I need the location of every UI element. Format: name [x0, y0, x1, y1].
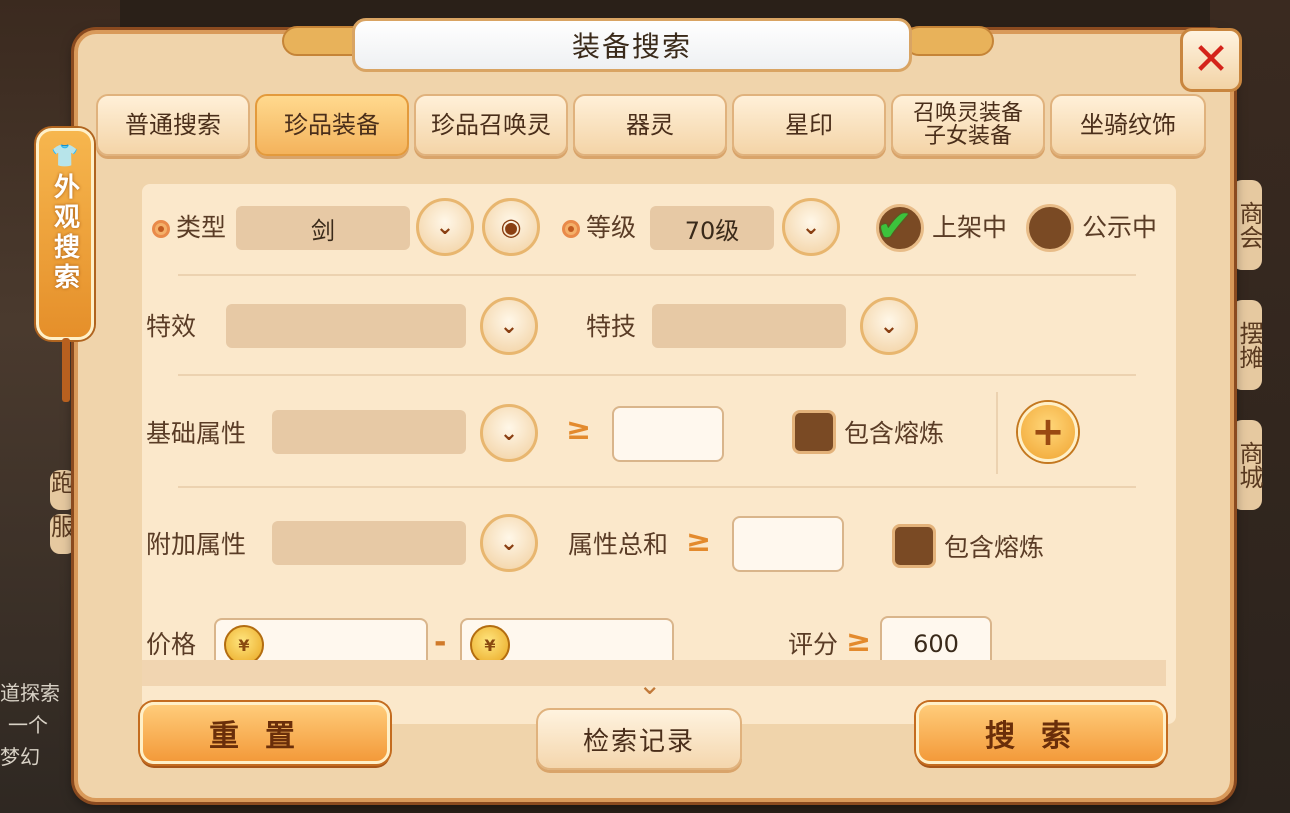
bg-peek-right-2: 商城	[1232, 420, 1263, 510]
base-include-smelt-label: 包含熔炼	[844, 419, 945, 448]
coin-icon: ¥	[470, 625, 510, 665]
chevron-down-icon: ⌄	[499, 530, 519, 556]
tab-mount-pattern[interactable]: 坐骑纹饰	[1050, 94, 1206, 156]
chevron-down-icon: ⌄	[879, 313, 899, 339]
extra-attr-select[interactable]	[272, 521, 466, 565]
public-toggle[interactable]	[1026, 204, 1074, 252]
tab-rare-equipment[interactable]: 珍品装备	[255, 94, 409, 156]
check-icon: ✔	[876, 201, 913, 252]
chevron-down-icon: ⌄	[499, 420, 519, 446]
eye-icon: ◉	[500, 213, 522, 241]
extra-include-smelt-label: 包含熔炼	[944, 533, 1045, 562]
extra-attr-label: 附加属性	[146, 530, 247, 559]
tab-summon-child-equipment[interactable]: 召唤灵装备 子女装备	[891, 94, 1045, 156]
chevron-down-icon[interactable]: ⌄	[638, 668, 661, 701]
tab-normal-search[interactable]: 普通搜索	[96, 94, 250, 156]
type-label: 类型	[176, 213, 227, 242]
skill-label: 特技	[586, 312, 637, 341]
attr-sum-value-input[interactable]	[732, 516, 844, 572]
level-select[interactable]: 70级	[650, 206, 774, 250]
base-include-smelt-checkbox[interactable]	[792, 410, 836, 454]
base-attr-select[interactable]	[272, 410, 466, 454]
bg-text-line-0: 道探索	[0, 681, 60, 705]
vertical-divider	[996, 392, 998, 474]
close-icon: ✕	[1192, 34, 1230, 85]
add-attribute-button[interactable]: +	[1018, 402, 1078, 462]
bg-text-line-1: 一个	[8, 713, 48, 737]
extra-include-smelt-checkbox[interactable]	[892, 524, 936, 568]
bg-peek-right-1: 摆摊	[1232, 300, 1263, 390]
tassel-decoration	[62, 338, 70, 402]
base-attr-ge-sign: ≥	[566, 412, 592, 447]
title-bar: 装备搜索	[352, 18, 912, 72]
attr-sum-label: 属性总和	[568, 530, 669, 559]
attr-sum-ge-sign: ≥	[686, 524, 712, 559]
tab-rare-summon[interactable]: 珍品召唤灵	[414, 94, 568, 156]
public-label: 公示中	[1082, 213, 1158, 242]
on-shelf-label: 上架中	[932, 213, 1008, 242]
price-range-dash: -	[434, 625, 447, 660]
search-button[interactable]: 搜索	[916, 702, 1166, 764]
effect-dropdown-button[interactable]: ⌄	[480, 297, 538, 355]
title-ornament-right	[904, 26, 994, 56]
level-radio[interactable]	[562, 220, 580, 238]
appearance-search-label: 外观搜索	[49, 173, 80, 293]
tab-artifact-spirit[interactable]: 器灵	[573, 94, 727, 156]
score-ge-sign: ≥	[846, 624, 872, 659]
effect-select[interactable]	[226, 304, 466, 348]
chevron-down-icon: ⌄	[435, 214, 455, 240]
effect-label: 特效	[146, 312, 197, 341]
skill-dropdown-button[interactable]: ⌄	[860, 297, 918, 355]
bg-peek-left-1: 服	[50, 514, 76, 554]
chevron-down-icon: ⌄	[499, 313, 519, 339]
price-label: 价格	[146, 630, 197, 659]
level-dropdown-button[interactable]: ⌄	[782, 198, 840, 256]
chevron-down-icon: ⌄	[801, 214, 821, 240]
type-select[interactable]: 剑	[236, 206, 410, 250]
divider	[178, 486, 1136, 488]
score-label: 评分	[788, 630, 839, 659]
page-title: 装备搜索	[571, 30, 692, 63]
base-attr-dropdown-button[interactable]: ⌄	[480, 404, 538, 462]
type-radio[interactable]	[152, 220, 170, 238]
preview-button[interactable]: ◉	[482, 198, 540, 256]
shirt-icon: 👕	[51, 144, 79, 169]
base-attr-label: 基础属性	[146, 419, 247, 448]
base-attr-value-input[interactable]	[612, 406, 724, 462]
close-button[interactable]: ✕	[1180, 28, 1242, 92]
coin-icon: ¥	[224, 625, 264, 665]
divider	[178, 374, 1136, 376]
bg-text-line-2: 梦幻	[0, 745, 40, 769]
appearance-search-tab[interactable]: 👕 外观搜索	[36, 128, 94, 340]
search-history-button[interactable]: 检索记录	[536, 708, 742, 770]
bg-peek-left-0: 跑	[50, 470, 76, 510]
tab-star-seal[interactable]: 星印	[732, 94, 886, 156]
divider	[178, 274, 1136, 276]
skill-select[interactable]	[652, 304, 846, 348]
reset-button[interactable]: 重置	[140, 702, 390, 764]
bg-peek-right-0: 商会	[1232, 180, 1263, 270]
level-label: 等级	[586, 213, 637, 242]
plus-icon: +	[1031, 409, 1065, 455]
type-dropdown-button[interactable]: ⌄	[416, 198, 474, 256]
extra-attr-dropdown-button[interactable]: ⌄	[480, 514, 538, 572]
